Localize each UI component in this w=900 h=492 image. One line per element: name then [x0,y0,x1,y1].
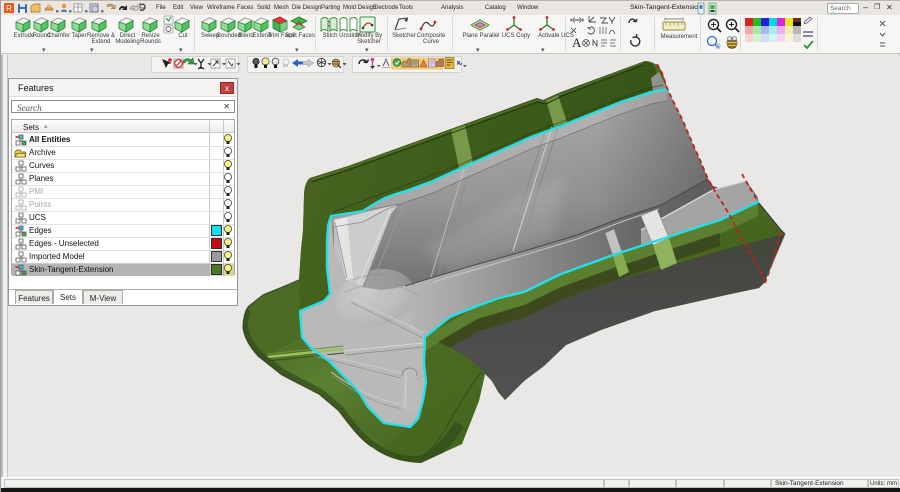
svg-text:▾: ▾ [42,47,46,54]
svg-text:Edges - Unselected: Edges - Unselected [29,239,99,248]
svg-text:Points: Points [29,200,51,209]
svg-text:Archive: Archive [29,148,56,157]
svg-text:▾: ▾ [295,47,299,54]
svg-text:Imported Model: Imported Model [29,252,85,261]
svg-text:Skin-Tangent-Extension: Skin-Tangent-Extension [29,265,114,274]
svg-text:Curves: Curves [29,161,54,170]
svg-text:UCS: UCS [29,213,46,222]
svg-text:All Entities: All Entities [29,135,71,144]
svg-text:▾: ▾ [90,47,94,54]
svg-text:▾: ▾ [179,47,183,54]
svg-text:R: R [6,4,12,13]
svg-text:Edges: Edges [29,226,52,235]
svg-text:▾: ▾ [541,47,545,54]
svg-text:▾: ▾ [476,47,480,54]
svg-text:▾: ▾ [365,47,369,54]
svg-text:Planes: Planes [29,174,53,183]
svg-text:PMI: PMI [29,187,43,196]
